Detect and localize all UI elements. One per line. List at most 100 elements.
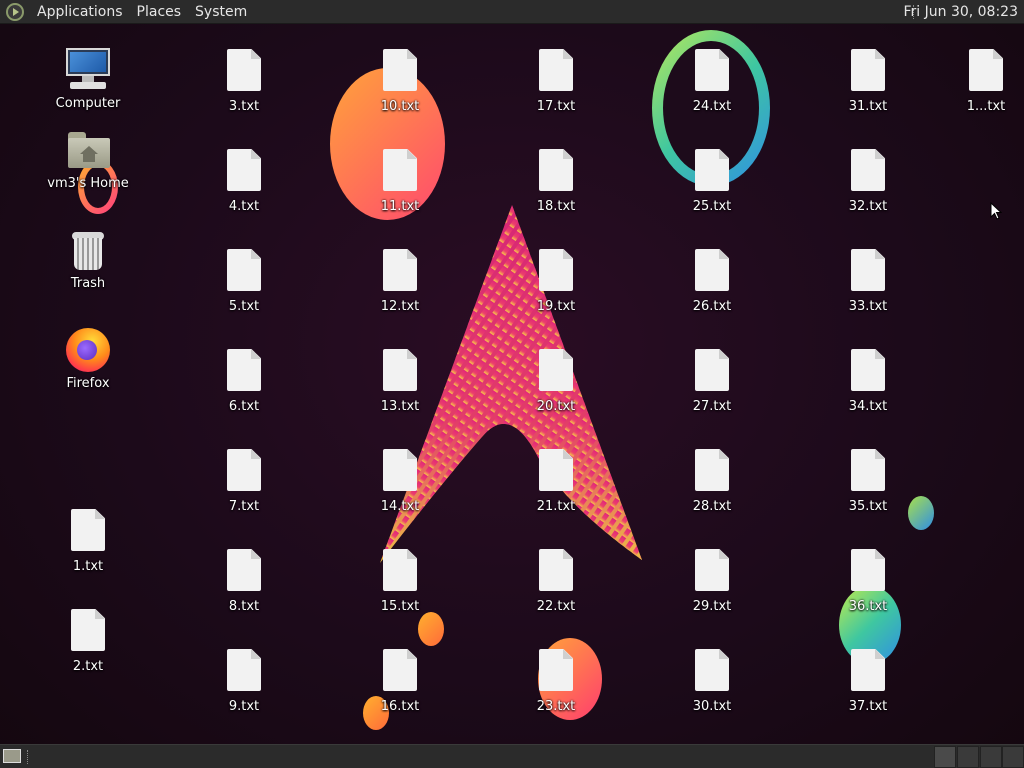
home-label: vm3's Home (47, 176, 129, 191)
firefox-desktop-icon[interactable]: Firefox (40, 326, 136, 391)
desktop-file-4-txt[interactable]: 4.txt (196, 146, 292, 214)
clock[interactable]: Fri Jun 30, 08:23 (903, 0, 1018, 24)
desktop-file-8-txt[interactable]: 8.txt (196, 546, 292, 614)
file-label: 32.txt (848, 199, 888, 214)
file-label: 33.txt (848, 299, 888, 314)
file-label: 37.txt (848, 699, 888, 714)
file-label: 19.txt (536, 299, 576, 314)
desktop-file-1-txt[interactable]: 1.txt (40, 506, 136, 574)
text-file-icon (969, 49, 1003, 91)
trash-desktop-icon[interactable]: Trash (40, 226, 136, 291)
text-file-icon (227, 349, 261, 391)
text-file-icon (227, 549, 261, 591)
trash-icon (64, 226, 112, 274)
file-label: 11.txt (380, 199, 420, 214)
firefox-icon (64, 326, 112, 374)
overlapped-file-icon[interactable]: 1...txt (938, 46, 1024, 114)
desktop-file-15-txt[interactable]: 15.txt (352, 546, 448, 614)
workspace-4[interactable] (1002, 746, 1024, 768)
file-label: 36.txt (848, 599, 888, 614)
desktop-file-37-txt[interactable]: 37.txt (820, 646, 916, 714)
desktop-file-27-txt[interactable]: 27.txt (664, 346, 760, 414)
desktop-file-33-txt[interactable]: 33.txt (820, 246, 916, 314)
overlapped-file-label: 1...txt (966, 99, 1006, 114)
desktop-file-34-txt[interactable]: 34.txt (820, 346, 916, 414)
places-menu[interactable]: Places (130, 0, 189, 24)
desktop-file-18-txt[interactable]: 18.txt (508, 146, 604, 214)
desktop-file-10-txt[interactable]: 10.txt (352, 46, 448, 114)
desktop-file-29-txt[interactable]: 29.txt (664, 546, 760, 614)
computer-icon (64, 46, 112, 94)
file-label: 14.txt (380, 499, 420, 514)
desktop-file-19-txt[interactable]: 19.txt (508, 246, 604, 314)
text-file-icon (695, 349, 729, 391)
desktop-file-20-txt[interactable]: 20.txt (508, 346, 604, 414)
menu-logo-icon[interactable] (6, 2, 24, 21)
file-label: 16.txt (380, 699, 420, 714)
desktop-file-35-txt[interactable]: 35.txt (820, 446, 916, 514)
text-file-icon (383, 649, 417, 691)
text-file-icon (695, 549, 729, 591)
desktop-file-11-txt[interactable]: 11.txt (352, 146, 448, 214)
text-file-icon (383, 349, 417, 391)
file-label: 2.txt (72, 659, 104, 674)
desktop-file-14-txt[interactable]: 14.txt (352, 446, 448, 514)
text-file-icon (851, 649, 885, 691)
file-label: 8.txt (228, 599, 260, 614)
desktop-file-30-txt[interactable]: 30.txt (664, 646, 760, 714)
desktop-file-5-txt[interactable]: 5.txt (196, 246, 292, 314)
desktop-file-7-txt[interactable]: 7.txt (196, 446, 292, 514)
text-file-icon (71, 609, 105, 651)
desktop-file-16-txt[interactable]: 16.txt (352, 646, 448, 714)
text-file-icon (539, 649, 573, 691)
workspace-2[interactable] (957, 746, 979, 768)
desktop-file-12-txt[interactable]: 12.txt (352, 246, 448, 314)
wallpaper-decoration (418, 612, 444, 646)
home-desktop-icon[interactable]: vm3's Home (40, 126, 136, 191)
file-label: 5.txt (228, 299, 260, 314)
text-file-icon (383, 449, 417, 491)
desktop-file-13-txt[interactable]: 13.txt (352, 346, 448, 414)
computer-desktop-icon[interactable]: Computer (40, 46, 136, 111)
text-file-icon (383, 149, 417, 191)
desktop-file-28-txt[interactable]: 28.txt (664, 446, 760, 514)
file-label: 18.txt (536, 199, 576, 214)
text-file-icon (695, 449, 729, 491)
file-label: 20.txt (536, 399, 576, 414)
desktop-file-3-txt[interactable]: 3.txt (196, 46, 292, 114)
applications-menu[interactable]: Applications (30, 0, 130, 24)
desktop-file-36-txt[interactable]: 36.txt (820, 546, 916, 614)
workspace-1[interactable] (934, 746, 956, 768)
desktop-file-9-txt[interactable]: 9.txt (196, 646, 292, 714)
file-label: 23.txt (536, 699, 576, 714)
bottom-panel (0, 744, 1024, 768)
workspace-3[interactable] (980, 746, 1002, 768)
desktop-file-17-txt[interactable]: 17.txt (508, 46, 604, 114)
file-label: 9.txt (228, 699, 260, 714)
desktop-file-25-txt[interactable]: 25.txt (664, 146, 760, 214)
text-file-icon (695, 149, 729, 191)
text-file-icon (227, 649, 261, 691)
show-desktop-icon[interactable] (3, 749, 21, 763)
file-label: 4.txt (228, 199, 260, 214)
file-label: 27.txt (692, 399, 732, 414)
desktop-file-21-txt[interactable]: 21.txt (508, 446, 604, 514)
desktop-file-2-txt[interactable]: 2.txt (40, 606, 136, 674)
text-file-icon (851, 449, 885, 491)
panel-handle[interactable] (27, 750, 30, 764)
desktop-file-22-txt[interactable]: 22.txt (508, 546, 604, 614)
desktop-file-24-txt[interactable]: 24.txt (664, 46, 760, 114)
desktop-file-6-txt[interactable]: 6.txt (196, 346, 292, 414)
file-label: 10.txt (380, 99, 420, 114)
file-label: 6.txt (228, 399, 260, 414)
text-file-icon (695, 649, 729, 691)
desktop-file-32-txt[interactable]: 32.txt (820, 146, 916, 214)
system-menu[interactable]: System (188, 0, 254, 24)
text-file-icon (539, 149, 573, 191)
desktop-file-31-txt[interactable]: 31.txt (820, 46, 916, 114)
desktop-file-26-txt[interactable]: 26.txt (664, 246, 760, 314)
desktop-file-23-txt[interactable]: 23.txt (508, 646, 604, 714)
file-label: 21.txt (536, 499, 576, 514)
text-file-icon (227, 449, 261, 491)
file-label: 15.txt (380, 599, 420, 614)
